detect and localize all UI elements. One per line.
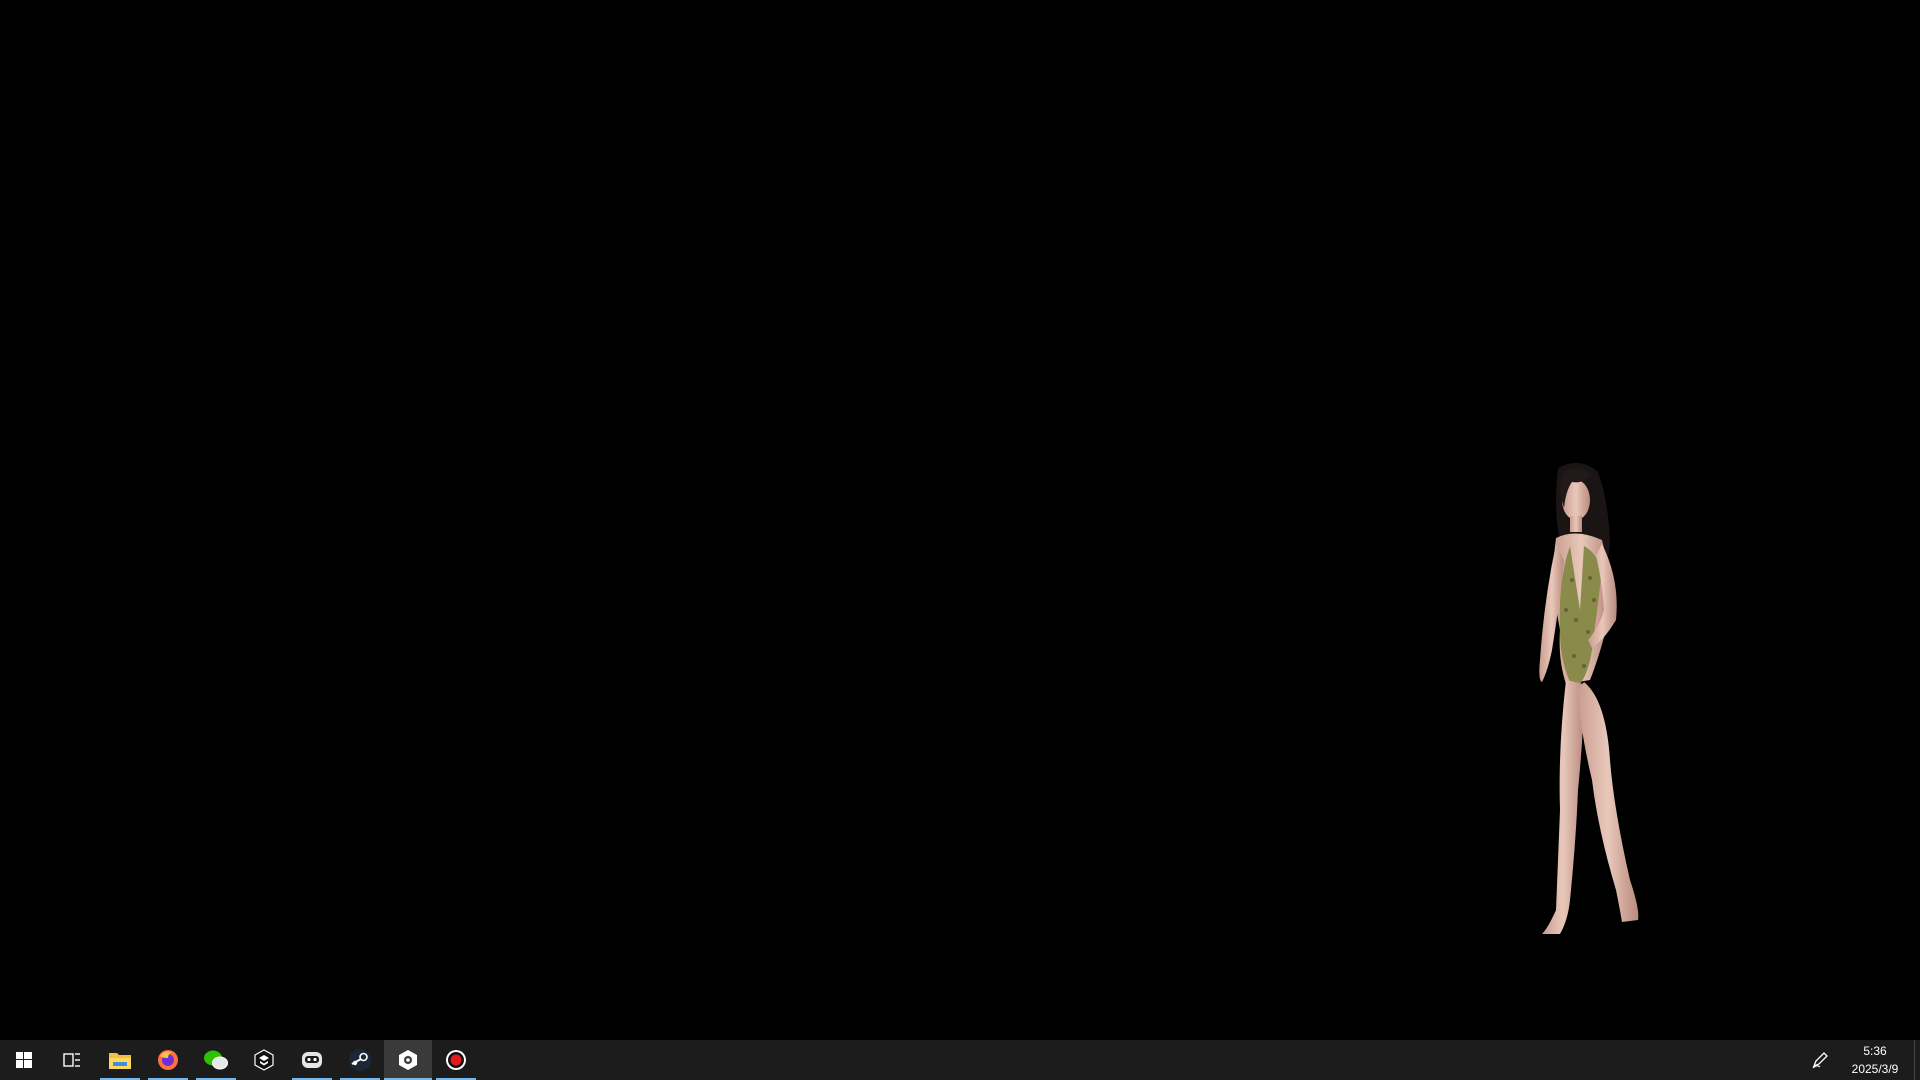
- system-tray: 5:36 2025/3/9: [1804, 1040, 1920, 1080]
- taskbar-app-cube[interactable]: [240, 1040, 288, 1080]
- pen-workspace-button[interactable]: [1804, 1040, 1836, 1080]
- taskbar-app-firefox[interactable]: [144, 1040, 192, 1080]
- record-icon: [446, 1050, 466, 1070]
- start-button[interactable]: [0, 1040, 48, 1080]
- desktop-background: [0, 0, 1920, 1040]
- folder-icon: [109, 1053, 131, 1069]
- taskbar: 5:36 2025/3/9: [0, 1040, 1920, 1080]
- taskbar-app-steam[interactable]: [336, 1040, 384, 1080]
- taskbar-app-robot[interactable]: [288, 1040, 336, 1080]
- cube-icon: [254, 1049, 274, 1071]
- firefox-icon: [158, 1050, 178, 1070]
- task-view-icon: [63, 1053, 80, 1067]
- robot-icon: [302, 1052, 322, 1068]
- show-desktop-button[interactable]: [1914, 1040, 1920, 1080]
- gear-hex-icon: [399, 1050, 417, 1070]
- clock-date: 2025/3/9: [1851, 1062, 1899, 1076]
- taskbar-app-wechat[interactable]: [192, 1040, 240, 1080]
- steam-icon: [349, 1049, 371, 1071]
- windows-icon: [16, 1052, 32, 1068]
- taskbar-app-game-engine[interactable]: [384, 1040, 432, 1080]
- task-view-button[interactable]: [48, 1040, 96, 1080]
- pen-icon: [1812, 1052, 1828, 1069]
- clock-time: 5:36: [1863, 1044, 1887, 1058]
- taskbar-app-recorder[interactable]: [432, 1040, 480, 1080]
- character-figure: [1539, 462, 1639, 934]
- clock[interactable]: 5:36 2025/3/9: [1836, 1040, 1914, 1080]
- taskbar-app-file-explorer[interactable]: [96, 1040, 144, 1080]
- wechat-icon: [204, 1050, 228, 1070]
